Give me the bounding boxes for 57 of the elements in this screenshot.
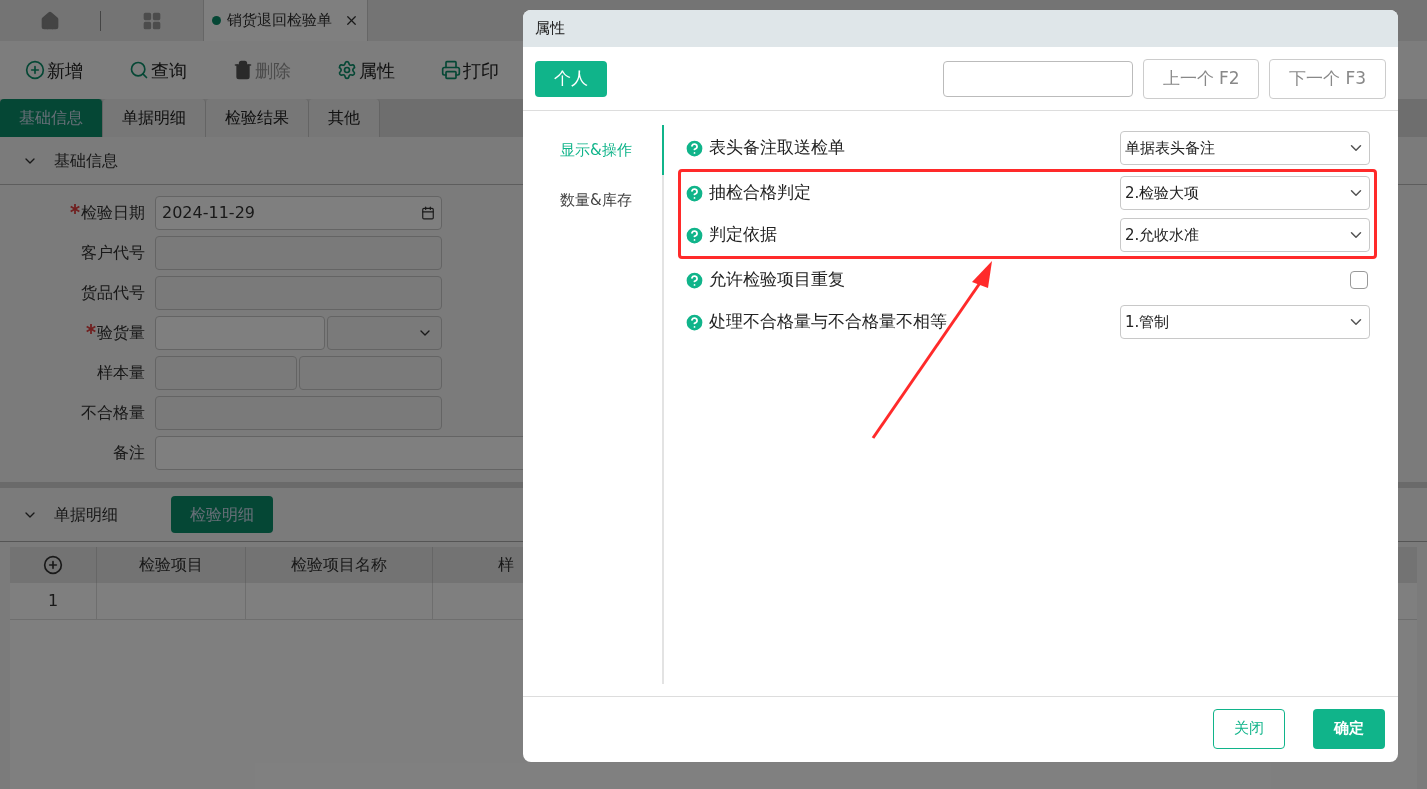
input-field[interactable]	[155, 316, 325, 350]
section-tab[interactable]: 其他	[309, 99, 380, 137]
setting-label: 允许检验项目重复	[709, 268, 845, 292]
unit-select[interactable]	[327, 316, 442, 350]
prev-button[interactable]: 上一个 F2	[1143, 58, 1259, 99]
toolbar-button[interactable]: 新增	[25, 56, 83, 84]
help-icon[interactable]	[684, 269, 705, 291]
setting-select[interactable]: 2.检验大项	[1120, 176, 1370, 210]
trash-icon	[233, 60, 253, 80]
ok-button[interactable]: 确定	[1313, 708, 1385, 749]
grid-icon[interactable]	[142, 10, 162, 31]
section-tab[interactable]: 检验结果	[206, 99, 309, 137]
setting-label: 表头备注取送检单	[709, 136, 845, 160]
field-label: 客户代号	[81, 242, 145, 264]
scope-button[interactable]: 个人	[535, 60, 607, 97]
column-header: 检验项目名称	[246, 547, 433, 583]
close-icon[interactable]	[344, 13, 359, 28]
column-header: 检验项目	[97, 547, 246, 583]
field-label: 货品代号	[81, 282, 145, 304]
calendar-icon	[421, 206, 435, 220]
toolbar-button[interactable]: 打印	[441, 56, 499, 84]
field-label: 检验日期	[81, 202, 145, 224]
dialog-title: 属性	[535, 18, 565, 40]
section-title: 单据明细	[54, 503, 118, 526]
toolbar-button[interactable]: 查询	[129, 56, 187, 84]
setting-select[interactable]: 1.管制	[1120, 305, 1370, 339]
toolbar-button[interactable]: 属性	[337, 56, 395, 84]
page-tab[interactable]: 销货退回检验单	[203, 0, 368, 41]
field-label: 备注	[113, 442, 145, 464]
section-tab[interactable]: 单据明细	[103, 99, 206, 137]
field-label: 样本量	[97, 362, 145, 384]
help-icon[interactable]	[684, 224, 705, 246]
field-label: 不合格量	[81, 402, 145, 424]
row-number: 1	[10, 583, 97, 619]
printer-icon	[441, 60, 461, 80]
setting-select[interactable]: 单据表头备注	[1120, 131, 1370, 165]
help-icon[interactable]	[684, 182, 705, 204]
checkbox[interactable]	[1350, 271, 1368, 289]
setting-label: 判定依据	[709, 223, 777, 247]
nav-item[interactable]: 数量&库存	[523, 175, 664, 225]
close-button[interactable]: 关闭	[1213, 708, 1285, 749]
gear-icon	[337, 60, 357, 80]
search-field[interactable]	[943, 60, 1133, 97]
setting-label: 抽检合格判定	[709, 181, 811, 205]
search-icon	[129, 60, 149, 80]
add-row-icon[interactable]	[43, 555, 63, 575]
section-title: 基础信息	[54, 149, 118, 172]
date-field[interactable]: 2024-11-29	[155, 196, 442, 230]
field-label: 验货量	[97, 322, 145, 344]
help-icon[interactable]	[684, 137, 705, 159]
home-icon[interactable]	[40, 10, 60, 31]
setting-label: 处理不合格量与不合格量不相等	[709, 310, 947, 334]
next-button[interactable]: 下一个 F3	[1269, 58, 1386, 99]
setting-select[interactable]: 2.允收水准	[1120, 218, 1370, 252]
help-icon[interactable]	[684, 311, 705, 333]
add-icon	[25, 60, 45, 80]
nav-item[interactable]: 显示&操作	[523, 125, 664, 175]
